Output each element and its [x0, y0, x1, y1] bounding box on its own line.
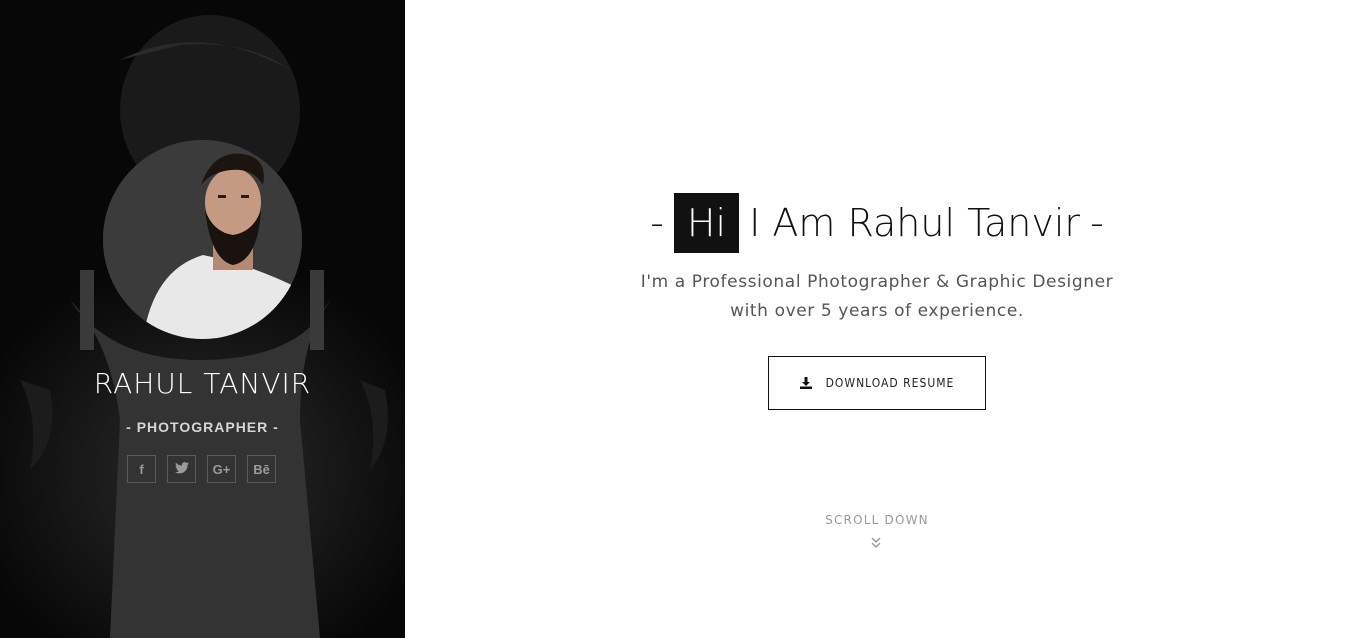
- scroll-down-label[interactable]: SCROLL DOWN: [405, 513, 1349, 527]
- profile-name: RAHUL TANVIR: [93, 367, 312, 400]
- profile-role: - PHOTOGRAPHER -: [126, 419, 279, 435]
- facebook-button[interactable]: f: [127, 455, 156, 483]
- hero-description-line-1: I'm a Professional Photographer & Graphi…: [640, 272, 1114, 292]
- double-chevron-down-icon[interactable]: [870, 537, 882, 549]
- hero-description: I'm a Professional Photographer & Graphi…: [405, 268, 1349, 326]
- title-dash-right: -: [1090, 201, 1104, 245]
- behance-button[interactable]: Bē: [247, 455, 276, 483]
- download-resume-button[interactable]: DOWNLOAD RESUME: [768, 356, 986, 410]
- download-icon: [799, 377, 812, 389]
- social-links: f G+ Bē: [127, 455, 276, 483]
- behance-icon: Bē: [253, 461, 270, 477]
- twitter-button[interactable]: [167, 455, 196, 483]
- avatar-portrait-image: [103, 140, 302, 339]
- hero-description-line-2: with over 5 years of experience.: [730, 301, 1024, 321]
- twitter-icon: [174, 461, 189, 477]
- google-plus-icon: G+: [212, 461, 231, 477]
- profile-sidebar: RAHUL TANVIR - PHOTOGRAPHER - f G+ Bē: [0, 0, 405, 638]
- title-dash-left: -: [650, 201, 664, 245]
- hi-badge: Hi: [673, 193, 740, 253]
- google-plus-button[interactable]: G+: [207, 455, 236, 483]
- hero-title: - Hi I Am Rahul Tanvir -: [405, 193, 1349, 253]
- hero-name: I Am Rahul Tanvir: [749, 201, 1081, 245]
- facebook-icon: f: [139, 461, 144, 477]
- download-resume-label: DOWNLOAD RESUME: [825, 376, 955, 390]
- avatar: [103, 140, 302, 339]
